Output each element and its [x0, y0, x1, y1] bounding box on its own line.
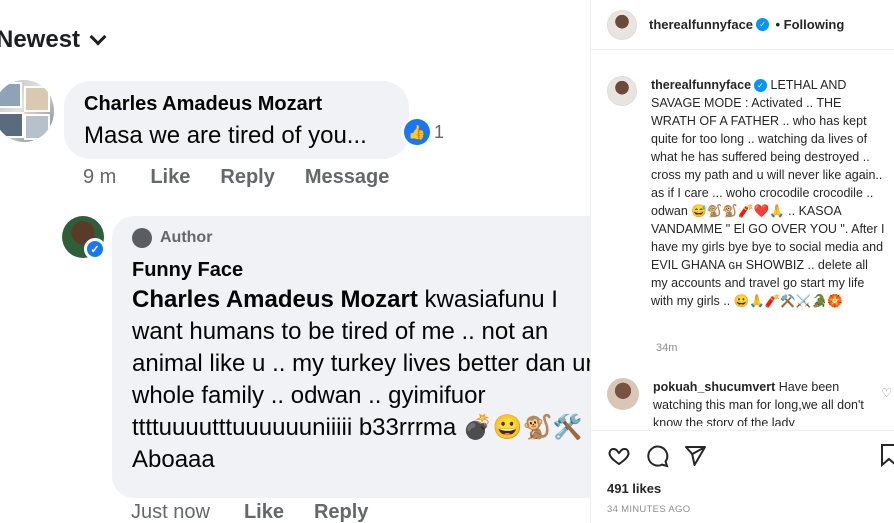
message-button[interactable]: Message	[305, 166, 390, 189]
caption-time: 34m	[656, 342, 678, 354]
reply-text: Charles Amadeus Mozart kwasiafunu I want…	[132, 284, 590, 476]
verified-badge-icon: ✓	[756, 17, 770, 31]
post-caption: therealfunnyface ✓ LETHAL AND SAVAGE MODE…	[607, 76, 887, 310]
header-username[interactable]: therealfunnyface	[649, 17, 753, 32]
heart-icon[interactable]	[607, 444, 631, 468]
post-date: 34 MINUTES AGO	[607, 504, 691, 515]
like-button[interactable]: Like	[244, 501, 284, 523]
commenter-name[interactable]: Funny Face	[132, 259, 590, 282]
author-icon	[132, 228, 152, 248]
thumbs-up-icon: 👍	[404, 119, 430, 145]
post-actions: 491 likes 34 MINUTES AGO	[591, 430, 894, 523]
commenter-name[interactable]: Charles Amadeus Mozart	[84, 93, 389, 116]
reply-button[interactable]: Reply	[220, 166, 274, 189]
following-button[interactable]: • Following	[776, 17, 845, 32]
caption-username[interactable]: therealfunnyface	[651, 78, 751, 92]
sort-label: Newest	[0, 26, 81, 53]
heart-icon[interactable]: ♡	[881, 386, 892, 400]
reply-bubble: Author Funny Face Charles Amadeus Mozart…	[112, 216, 590, 498]
like-button[interactable]: Like	[150, 166, 190, 189]
avatar[interactable]	[607, 9, 637, 40]
comment-time: 9 m	[83, 166, 117, 188]
author-badge: Author	[132, 228, 590, 248]
caption-body: LETHAL AND SAVAGE MODE : Activated .. TH…	[651, 78, 885, 308]
reply-button[interactable]: Reply	[314, 501, 368, 523]
avatar[interactable]	[0, 80, 54, 142]
caption-text: therealfunnyface ✓ LETHAL AND SAVAGE MODE…	[651, 76, 887, 310]
comment-text: pokuah_shucumvert Have been watching thi…	[653, 378, 881, 426]
comment-icon[interactable]	[645, 444, 669, 468]
comment-username[interactable]: pokuah_shucumvert	[653, 380, 775, 394]
reply-actions: Just now Like Reply	[131, 501, 368, 523]
instagram-post-panel: therealfunnyface ✓ • Following therealfun…	[590, 0, 894, 523]
reaction-number: 1	[434, 121, 445, 142]
mention-link[interactable]: Charles Amadeus Mozart	[132, 286, 418, 313]
likes-count[interactable]: 491 likes	[607, 481, 879, 496]
verified-badge-icon: ✓	[754, 79, 768, 93]
sort-dropdown[interactable]: Newest	[0, 26, 107, 54]
avatar[interactable]	[607, 378, 639, 410]
comment-item: pokuah_shucumvert Have been watching thi…	[607, 378, 894, 426]
chevron-down-icon	[89, 28, 107, 46]
reply-time: Just now	[131, 501, 210, 523]
author-label: Author	[160, 229, 213, 246]
facebook-comments-panel: Newest Charles Amadeus Mozart Masa we ar…	[0, 0, 590, 523]
share-icon[interactable]	[683, 444, 707, 468]
post-header: therealfunnyface ✓ • Following	[591, 0, 894, 50]
comment-bubble: Charles Amadeus Mozart Masa we are tired…	[64, 81, 409, 159]
comment-actions: 9 m Like Reply Message	[83, 166, 389, 189]
reaction-count[interactable]: 👍 1	[402, 117, 451, 147]
save-icon[interactable]	[879, 443, 894, 472]
reply-body: kwasiafunu I want humans to be tired of …	[132, 286, 590, 473]
avatar[interactable]	[607, 76, 637, 106]
verified-badge-icon: ✓	[84, 238, 106, 260]
comment-text: Masa we are tired of you...	[84, 122, 367, 149]
